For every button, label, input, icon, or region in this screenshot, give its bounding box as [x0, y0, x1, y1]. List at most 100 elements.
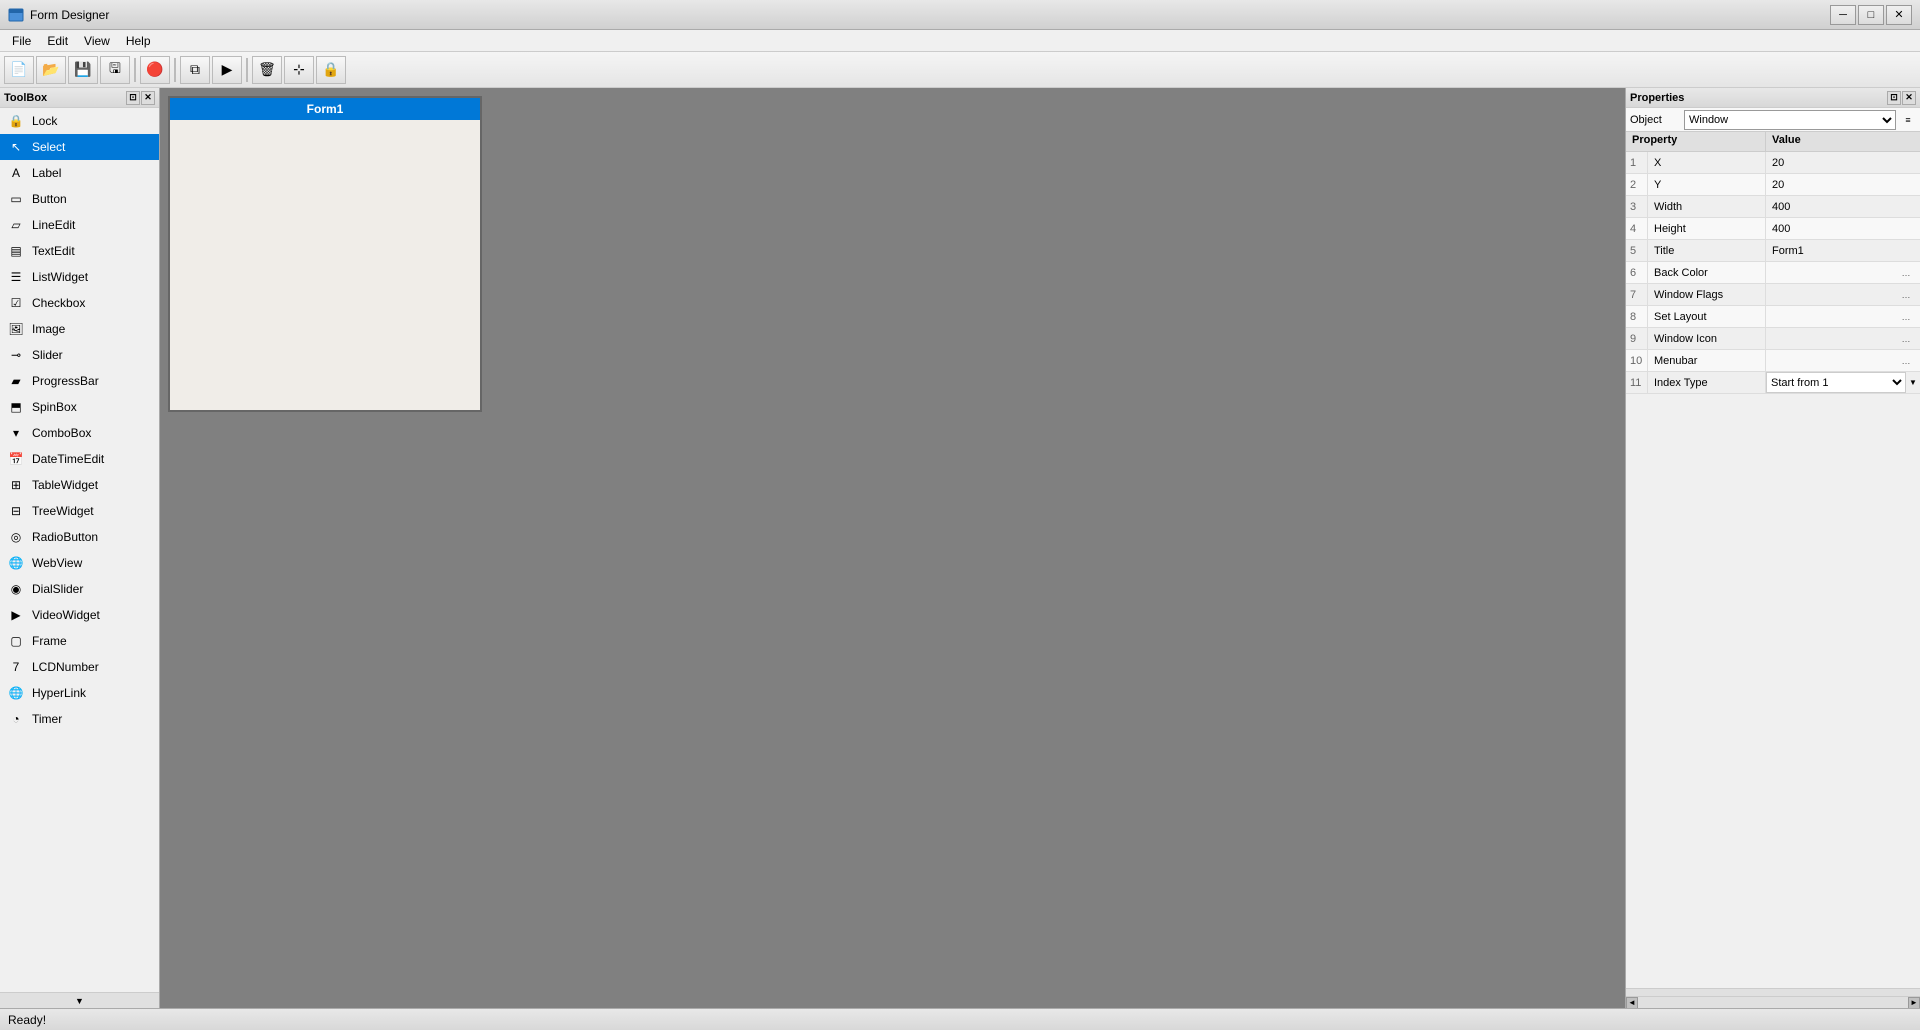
toolbox-item-label-lcdnumber: LCDNumber — [32, 660, 99, 674]
props-row-edit-btn-window-icon[interactable]: … — [1898, 328, 1914, 349]
toolbox-item-listwidget[interactable]: ☰ListWidget — [0, 264, 159, 290]
toolbox-item-progressbar[interactable]: ▰ProgressBar — [0, 368, 159, 394]
props-close-button[interactable]: ✕ — [1902, 91, 1916, 105]
toolbox-item-frame[interactable]: ▢Frame — [0, 628, 159, 654]
toolbox-item-checkbox[interactable]: ☑Checkbox — [0, 290, 159, 316]
form-body[interactable] — [170, 120, 480, 410]
new-toolbar-button[interactable]: 📄 — [4, 56, 34, 84]
toolbox-item-image[interactable]: 🖼Image — [0, 316, 159, 342]
delete-toolbar-button[interactable]: 🗑 — [252, 56, 282, 84]
props-value-text-width: 400 — [1772, 201, 1790, 213]
close-button[interactable]: ✕ — [1886, 5, 1912, 25]
toolbox-item-videowidget[interactable]: ▶VideoWidget — [0, 602, 159, 628]
toolbox-item-combobox[interactable]: ▾ComboBox — [0, 420, 159, 446]
toolbox-item-datetimeedit[interactable]: 📅DateTimeEdit — [0, 446, 159, 472]
menu-item-help[interactable]: Help — [118, 32, 159, 50]
props-object-select[interactable]: Window — [1684, 110, 1896, 130]
toolbox-item-lineedit[interactable]: ▱LineEdit — [0, 212, 159, 238]
toolbox-item-label-spinbox: SpinBox — [32, 400, 77, 414]
toolbox-item-select[interactable]: ↖Select — [0, 134, 159, 160]
props-row-value-back-color[interactable]: … — [1766, 262, 1920, 283]
toolbox-item-label[interactable]: ALabel — [0, 160, 159, 186]
props-row-edit-btn-menubar[interactable]: … — [1898, 350, 1914, 371]
props-row-edit-btn-window-flags[interactable]: … — [1898, 284, 1914, 305]
props-row-value-window-icon[interactable]: … — [1766, 328, 1920, 349]
props-row-value-width: 400 — [1766, 196, 1920, 217]
props-header: Properties ⊡ ✕ — [1626, 88, 1920, 108]
toolbox-item-radiobutton[interactable]: ◎RadioButton — [0, 524, 159, 550]
menu-item-edit[interactable]: Edit — [39, 32, 76, 50]
toolbox-item-label-datetimeedit: DateTimeEdit — [32, 452, 104, 466]
combobox-icon: ▾ — [8, 425, 24, 441]
timer-icon: ◔ — [8, 711, 24, 727]
toolbox-item-slider[interactable]: ⊸Slider — [0, 342, 159, 368]
toolbox-item-timer[interactable]: ◔ Timer — [0, 706, 159, 732]
props-index-type-dropdown-btn[interactable]: ▼ — [1906, 372, 1920, 393]
package-toolbar-button[interactable]: 🔒 — [316, 56, 346, 84]
copy-toolbar-button[interactable]: ⧉ — [180, 56, 210, 84]
toolbox-item-button[interactable]: ▭Button — [0, 186, 159, 212]
save-toolbar-button[interactable]: 🖫 — [100, 56, 130, 84]
button-icon: ▭ — [8, 191, 24, 207]
run-toolbar-button[interactable]: ▶ — [212, 56, 242, 84]
props-row-num-4: 4 — [1626, 218, 1648, 239]
props-row-name-menubar: Menubar — [1648, 350, 1766, 371]
toolbox-item-dialslider[interactable]: ◉DialSlider — [0, 576, 159, 602]
minimize-button[interactable]: ─ — [1830, 5, 1856, 25]
toolbox-float-button[interactable]: ⊡ — [126, 91, 140, 105]
toolbox-item-tablewidget[interactable]: ⊞TableWidget — [0, 472, 159, 498]
toolbox-item-webview[interactable]: 🌐WebView — [0, 550, 159, 576]
toolbox-item-hyperlink[interactable]: 🌐HyperLink — [0, 680, 159, 706]
toolbox-scroll-down[interactable]: ▼ — [0, 992, 159, 1008]
props-hscroll[interactable]: ◄ ► — [1626, 996, 1920, 1008]
toolbox-close-button[interactable]: ✕ — [141, 91, 155, 105]
props-float-button[interactable]: ⊡ — [1887, 91, 1901, 105]
toolbox-item-textedit[interactable]: ▤TextEdit — [0, 238, 159, 264]
props-row-edit-btn-set-layout[interactable]: … — [1898, 306, 1914, 327]
props-row-width: 3Width400 — [1626, 196, 1920, 218]
props-row-name-window-flags: Window Flags — [1648, 284, 1766, 305]
toolbox-item-label-label: Label — [32, 166, 61, 180]
props-object-menu-btn[interactable]: ≡ — [1900, 110, 1916, 130]
status-text: Ready! — [8, 1013, 46, 1027]
props-row-value-index-type[interactable]: Start from 1Start from 0▼ — [1766, 372, 1920, 393]
props-row-value-window-flags[interactable]: … — [1766, 284, 1920, 305]
toolbox-item-lock[interactable]: 🔒Lock — [0, 108, 159, 134]
toolbox-item-spinbox[interactable]: ⬒SpinBox — [0, 394, 159, 420]
props-table: 1X202Y203Width4004Height4005TitleForm16B… — [1626, 152, 1920, 988]
toolbox-item-label-frame: Frame — [32, 634, 67, 648]
toolbox-item-label-lineedit: LineEdit — [32, 218, 75, 232]
toolbox-item-label-progressbar: ProgressBar — [32, 374, 99, 388]
save-as-toolbar-button[interactable]: 💾 — [68, 56, 98, 84]
props-hscroll-left[interactable]: ◄ — [1626, 997, 1638, 1009]
props-row-value-set-layout[interactable]: … — [1766, 306, 1920, 327]
stop-toolbar-button[interactable]: 🔴 — [140, 56, 170, 84]
props-row-set-layout: 8Set Layout… — [1626, 306, 1920, 328]
window-controls: ─ □ ✕ — [1830, 5, 1912, 25]
props-row-edit-btn-back-color[interactable]: … — [1898, 262, 1914, 283]
props-row-value-menubar[interactable]: … — [1766, 350, 1920, 371]
toolbox-item-label-radiobutton: RadioButton — [32, 530, 98, 544]
status-bar: Ready! — [0, 1008, 1920, 1030]
props-row-num-3: 3 — [1626, 196, 1648, 217]
props-index-type-select[interactable]: Start from 1Start from 0 — [1766, 372, 1906, 393]
menu-item-view[interactable]: View — [76, 32, 118, 50]
props-hscroll-right[interactable]: ► — [1908, 997, 1920, 1009]
canvas-area[interactable]: Form1 — [160, 88, 1625, 1008]
props-row-y: 2Y20 — [1626, 174, 1920, 196]
checkbox-icon: ☑ — [8, 295, 24, 311]
toolbox-item-lcdnumber[interactable]: 7LCDNumber — [0, 654, 159, 680]
props-row-num-6: 6 — [1626, 262, 1648, 283]
toolbox-item-treewidget[interactable]: ⊟TreeWidget — [0, 498, 159, 524]
select-toolbar-button[interactable]: ⊹ — [284, 56, 314, 84]
toolbox-item-label-webview: WebView — [32, 556, 82, 570]
props-scroll-area[interactable] — [1626, 988, 1920, 996]
toolbox-item-label-image: Image — [32, 322, 65, 336]
slider-icon: ⊸ — [8, 347, 24, 363]
open-toolbar-button[interactable]: 📂 — [36, 56, 66, 84]
form-window[interactable]: Form1 — [168, 96, 482, 412]
toolbox-item-label-timer: Timer — [32, 712, 62, 726]
maximize-button[interactable]: □ — [1858, 5, 1884, 25]
menu-item-file[interactable]: File — [4, 32, 39, 50]
props-row-name-set-layout: Set Layout — [1648, 306, 1766, 327]
